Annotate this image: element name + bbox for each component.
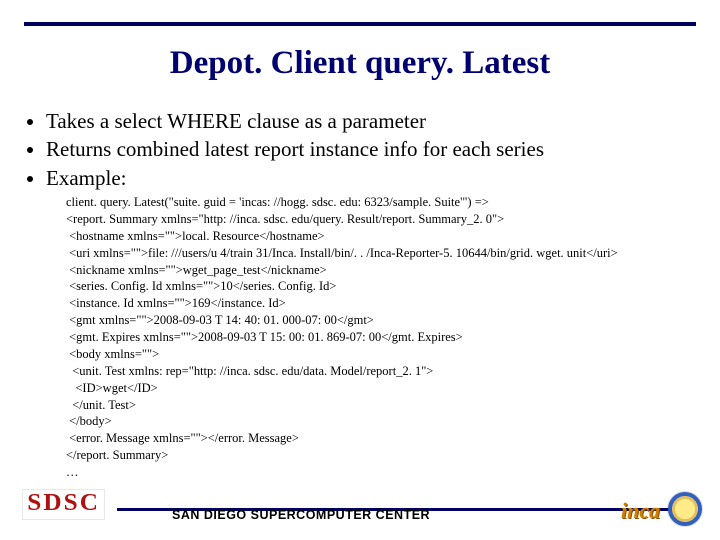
slide-title: Depot. Client query. Latest [0, 45, 720, 82]
code-example: client. query. Latest("suite. guid = 'in… [66, 194, 690, 481]
inca-logo: inca [621, 498, 660, 524]
sdsc-logo: SDSC [22, 489, 105, 520]
bullet-item: Example: [46, 165, 680, 191]
top-divider [24, 22, 696, 26]
seal-icon [668, 492, 702, 526]
bullet-item: Returns combined latest report instance … [46, 136, 680, 162]
footer-org-name: SAN DIEGO SUPERCOMPUTER CENTER [172, 508, 430, 522]
bullet-item: Takes a select WHERE clause as a paramet… [46, 108, 680, 134]
footer: SDSC SAN DIEGO SUPERCOMPUTER CENTER [24, 486, 696, 522]
slide: Depot. Client query. Latest Takes a sele… [0, 0, 720, 540]
bullet-list: Takes a select WHERE clause as a paramet… [46, 108, 680, 193]
